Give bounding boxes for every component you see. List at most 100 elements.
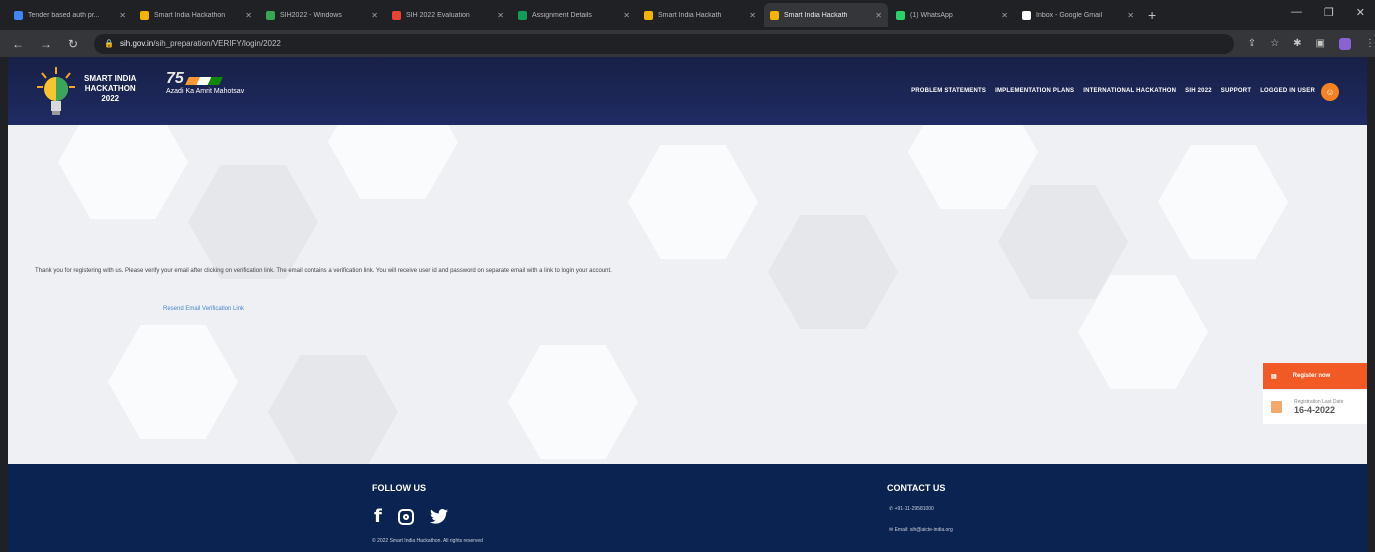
hexagon-decoration [1158, 145, 1288, 259]
twitter-icon[interactable] [429, 509, 448, 524]
phone-number: +91-11-29581000 [894, 506, 934, 512]
site-header: SMART INDIA HACKATHON 2022 75 Azadi Ka A… [8, 57, 1367, 125]
calendar-icon [1271, 401, 1282, 413]
tab-title: Smart India Hackath [658, 11, 722, 19]
url-host: sih.gov.in [120, 39, 154, 48]
phone-line: ✆ +91-11-29581000 [889, 506, 934, 512]
tab-favicon-icon [392, 10, 401, 20]
url-path: /sih_preparation/VERIFY/login/2022 [153, 39, 281, 48]
instagram-icon[interactable] [397, 508, 414, 525]
menu-icon[interactable]: ⋮ [1365, 38, 1375, 49]
register-now-button[interactable]: ▤ Register now [1263, 363, 1367, 389]
browser-tab[interactable]: Smart India Hackathon ✕ [134, 3, 258, 27]
nav-item[interactable]: SIH 2022 [1185, 88, 1212, 94]
tab-title: SIH 2022 Evaluation [406, 11, 470, 19]
azadi-text: Azadi Ka Amrit Mahotsav [166, 88, 245, 95]
social-links: f [374, 506, 448, 527]
nav-item[interactable]: INTERNATIONAL HACKATHON [1083, 88, 1176, 94]
browser-tab[interactable]: SIH 2022 Evaluation ✕ [386, 3, 510, 27]
email-line: ✉ Email: sih@aicte-india.org [889, 527, 953, 533]
verification-message: Thank you for registering with us. Pleas… [35, 268, 612, 274]
register-icon: ▤ [1271, 373, 1277, 380]
browser-tab[interactable]: Assignment Details ✕ [512, 3, 636, 27]
maximize-icon[interactable]: ❐ [1324, 6, 1334, 19]
flag-swoosh-icon [184, 77, 223, 86]
back-icon[interactable]: ← [12, 37, 24, 51]
main-navigation: PROBLEM STATEMENTS IMPLEMENTATION PLANS IN… [911, 88, 1315, 94]
last-date-value: 16-4-2022 [1294, 405, 1336, 415]
nav-item[interactable]: LOGGED IN USER [1260, 88, 1315, 94]
share-icon[interactable]: ⇪ [1248, 38, 1256, 49]
tab-title: Tender based auth pr... [28, 11, 100, 19]
nav-item[interactable]: PROBLEM STATEMENTS [911, 88, 986, 94]
nav-item[interactable]: SUPPORT [1221, 88, 1251, 94]
follow-us-heading: FOLLOW US [372, 483, 426, 493]
logo-line-3: 2022 [101, 94, 120, 103]
logo-line-1: SMART INDIA [84, 74, 137, 83]
hexagon-decoration [108, 325, 238, 439]
browser-tab[interactable]: SIH2022 - Windows ✕ [260, 3, 384, 27]
site-footer: FOLLOW US f © 2022 Smart India Hackathon… [8, 464, 1367, 552]
tab-close-icon[interactable]: ✕ [1001, 11, 1008, 20]
browser-tab-strip: Tender based auth pr... ✕ Smart India Hack… [0, 0, 1375, 30]
tab-title: Assignment Details [532, 11, 592, 19]
facebook-icon[interactable]: f [374, 506, 382, 527]
sih-bulb-logo-icon[interactable] [36, 65, 76, 117]
browser-tab[interactable]: Inbox - Google Gmail ✕ [1016, 3, 1140, 27]
tab-close-icon[interactable]: ✕ [497, 11, 504, 20]
azadi-number: 75 [166, 70, 184, 87]
extensions-area: ⇪ ☆ ✱ ▣ ⋮ [1248, 37, 1375, 50]
azadi-ka-amrit-mahotsav-logo: 75 Azadi Ka Amrit Mahotsav [166, 70, 244, 95]
tab-title: SIH2022 - Windows [280, 11, 342, 19]
forward-icon[interactable]: → [40, 37, 52, 51]
tab-close-icon[interactable]: ✕ [749, 11, 756, 20]
user-avatar-icon[interactable]: ☺ [1321, 83, 1339, 101]
logo-line-2: HACKATHON [84, 84, 136, 93]
extension-icon[interactable]: ✱ [1293, 38, 1301, 49]
tab-favicon-icon [644, 10, 653, 20]
new-tab-icon[interactable]: + [1148, 7, 1156, 23]
phone-icon: ✆ [889, 506, 894, 512]
hexagon-decoration [58, 125, 188, 219]
tab-close-icon[interactable]: ✕ [371, 11, 378, 20]
tab-close-icon[interactable]: ✕ [245, 11, 252, 20]
tab-close-icon[interactable]: ✕ [623, 11, 630, 20]
profile-avatar[interactable] [1339, 37, 1351, 50]
register-now-label: Register now [1292, 373, 1331, 379]
nav-item[interactable]: IMPLEMENTATION PLANS [995, 88, 1074, 94]
sidepanel-icon[interactable]: ▣ [1316, 38, 1325, 49]
hexagon-decoration [628, 145, 758, 259]
tab-favicon-icon [266, 10, 275, 20]
address-bar[interactable]: 🔒 sih.gov.in /sih_preparation/VERIFY/log… [94, 33, 1234, 54]
bookmark-icon[interactable]: ☆ [1270, 38, 1279, 49]
tab-title: (1) WhatsApp [910, 11, 953, 19]
hexagon-decoration [908, 125, 1038, 209]
close-window-icon[interactable]: ✕ [1356, 6, 1365, 19]
tab-close-icon[interactable]: ✕ [875, 11, 882, 20]
main-content: Thank you for registering with us. Pleas… [8, 125, 1367, 464]
tab-close-icon[interactable]: ✕ [1127, 11, 1134, 20]
tab-favicon-icon [896, 10, 905, 20]
browser-tab[interactable]: Smart India Hackath ✕ [638, 3, 762, 27]
window-controls: — ❐ ✕ [1291, 6, 1365, 19]
last-date-box: Registration Last Date 16-4-2022 [1263, 390, 1367, 424]
browser-tab[interactable]: Smart India Hackath ✕ [764, 3, 888, 27]
tab-title: Inbox - Google Gmail [1036, 11, 1103, 19]
tab-title: Smart India Hackath [784, 11, 848, 19]
reload-icon[interactable]: ↻ [68, 37, 78, 51]
mail-icon: ✉ [889, 527, 894, 533]
minimize-icon[interactable]: — [1291, 6, 1302, 19]
tab-close-icon[interactable]: ✕ [119, 11, 126, 20]
sih-logo-text: SMART INDIA HACKATHON 2022 [84, 74, 136, 104]
tab-favicon-icon [1022, 10, 1031, 20]
browser-tab[interactable]: (1) WhatsApp ✕ [890, 3, 1014, 27]
lock-icon: 🔒 [104, 39, 115, 48]
email-address[interactable]: Email: sih@aicte-india.org [895, 527, 953, 533]
tab-list: Tender based auth pr... ✕ Smart India Hack… [8, 3, 1142, 27]
tab-favicon-icon [770, 10, 779, 20]
tab-favicon-icon [518, 10, 527, 20]
resend-verification-link[interactable]: Resend Email Verification Link [163, 306, 244, 312]
tab-title: Smart India Hackathon [154, 11, 226, 19]
browser-tab[interactable]: Tender based auth pr... ✕ [8, 3, 132, 27]
hexagon-decoration [328, 125, 458, 199]
